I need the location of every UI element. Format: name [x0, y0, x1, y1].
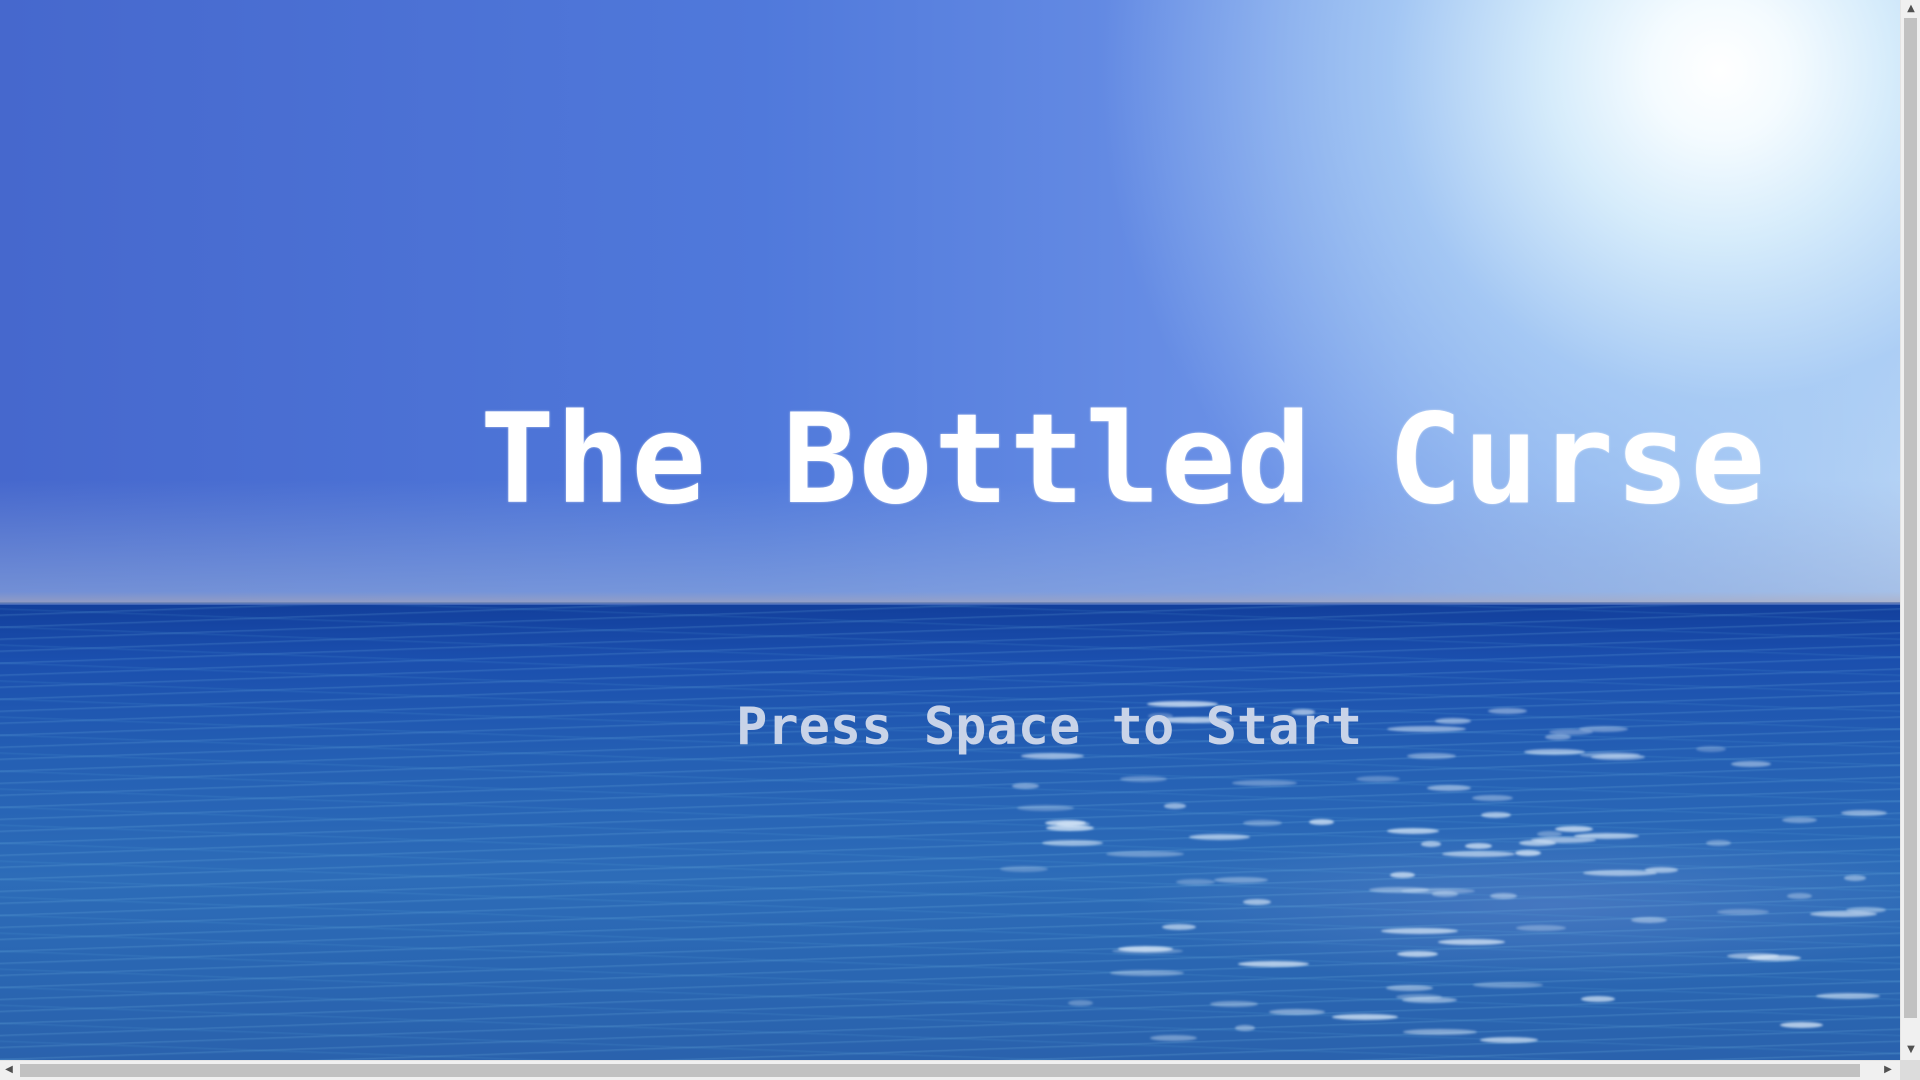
vertical-scroll-thumb[interactable] [1904, 18, 1917, 1018]
vertical-scrollbar[interactable]: ▲ ▼ [1900, 0, 1920, 1060]
scrollbar-corner [1900, 1060, 1920, 1080]
scroll-up-arrow-icon[interactable]: ▲ [1902, 0, 1920, 18]
scroll-left-arrow-icon[interactable]: ◀ [0, 1061, 18, 1079]
ocean-waves [0, 605, 1900, 1060]
horizontal-scroll-thumb[interactable] [20, 1064, 1860, 1077]
scroll-right-arrow-icon[interactable]: ▶ [1879, 1061, 1897, 1079]
scroll-down-arrow-icon[interactable]: ▼ [1902, 1041, 1920, 1059]
game-canvas[interactable]: The Bottled Curse Press Space to Start [0, 0, 1900, 1060]
start-prompt[interactable]: Press Space to Start [736, 692, 1362, 762]
game-title: The Bottled Curse [480, 388, 1767, 532]
horizontal-scrollbar[interactable]: ◀ ▶ [0, 1060, 1900, 1080]
